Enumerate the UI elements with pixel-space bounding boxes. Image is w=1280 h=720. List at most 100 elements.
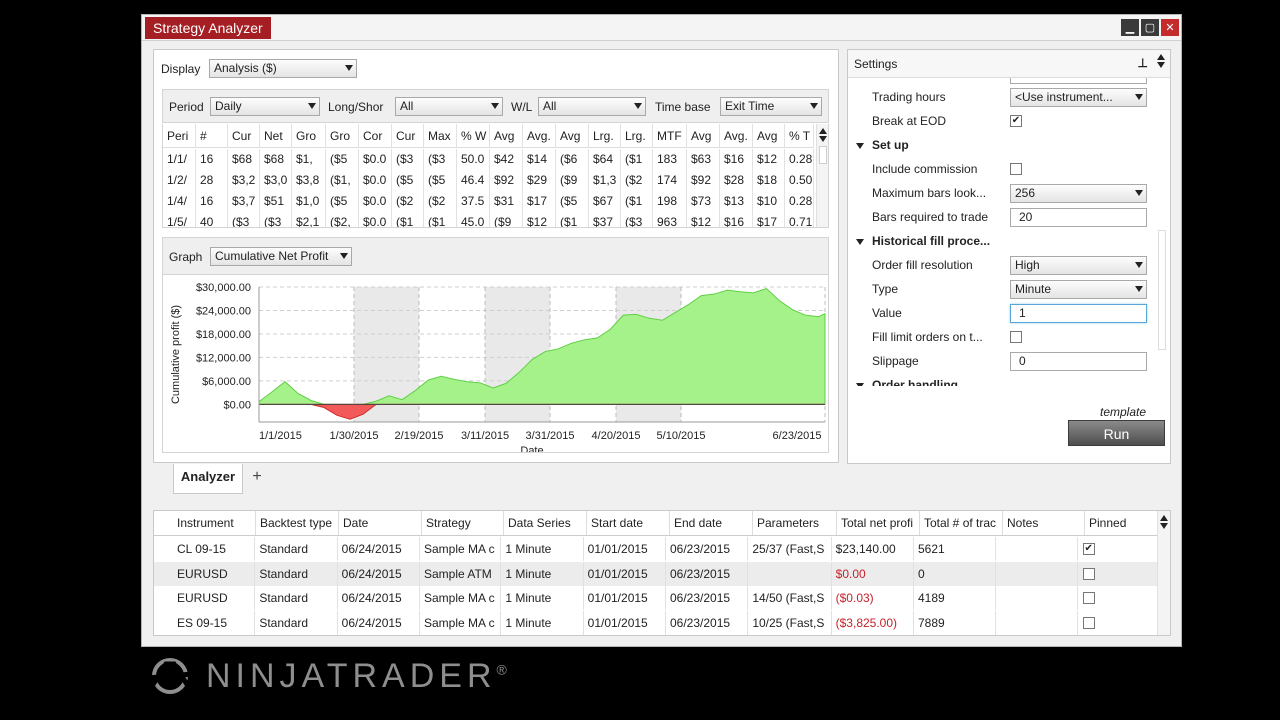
results-row[interactable]: EURUSD Standard 06/24/2015 Sample ATM 1 Minu… <box>154 561 1159 586</box>
analysis-column-header[interactable]: Avg <box>753 124 785 147</box>
y-tick-label: $18,000.00 <box>196 329 251 341</box>
setting-include-commission[interactable]: Include commission <box>848 158 1160 182</box>
analysis-column-header[interactable]: Gro <box>326 124 359 147</box>
analysis-row[interactable]: 1/4/16 $3,7 $51 $1,0 ($5 $0.0 ($2 ($2 37.5 $31 $17… <box>163 191 814 212</box>
analysis-column-header[interactable]: Cor <box>359 124 392 147</box>
analysis-column-header[interactable]: Lrg. <box>621 124 653 147</box>
results-row[interactable]: CL 09-15 Standard 06/24/2015 Sample MA c1 M… <box>154 537 1159 561</box>
wl-value: All <box>543 99 557 113</box>
scroll-up-icon[interactable] <box>818 128 827 134</box>
results-scrollbar[interactable] <box>1157 511 1170 635</box>
collapse-arrow-icon[interactable] <box>856 383 864 386</box>
results-row[interactable]: EURUSD Standard 06/24/2015 Sample MA c1 Min… <box>154 586 1159 610</box>
setting-trading-hours[interactable]: Trading hours <Use instrument... <box>848 86 1160 110</box>
setting-set-up[interactable]: Set up <box>848 134 1160 158</box>
analysis-column-header[interactable]: Avg <box>490 124 523 147</box>
results-column-header[interactable]: Instrument <box>154 511 256 535</box>
analysis-column-header[interactable]: Avg <box>556 124 589 147</box>
results-column-header[interactable]: Data Series <box>504 511 587 535</box>
scroll-down-icon[interactable] <box>818 136 827 142</box>
pin-icon[interactable]: ⊥ <box>1138 56 1148 70</box>
setting-checkbox[interactable]: ✔ <box>1010 115 1022 127</box>
setting-text-field[interactable]: 1 <box>1010 304 1147 323</box>
time-base-dropdown[interactable]: Exit Time <box>720 97 822 116</box>
analysis-column-header[interactable]: Max <box>424 124 457 147</box>
setting-break-at-eod[interactable]: Break at EOD ✔ <box>848 110 1160 134</box>
setting-dropdown[interactable]: <Use instrument... <box>1010 88 1147 107</box>
title-bar[interactable]: Strategy Analyzer ▁ ▢ ✕ <box>142 15 1181 41</box>
scroll-up-icon[interactable] <box>1160 515 1168 521</box>
results-column-header[interactable]: Notes <box>1003 511 1085 535</box>
analysis-column-header[interactable]: Avg <box>687 124 720 147</box>
wl-dropdown[interactable]: All <box>538 97 646 116</box>
results-row[interactable]: ES 09-15 Standard 06/24/2015 Sample MA c1 M… <box>154 610 1159 635</box>
results-column-header[interactable]: Pinned <box>1085 511 1167 535</box>
setting-dropdown[interactable]: 256 <box>1010 184 1147 203</box>
analysis-row[interactable]: 1/5/40 ($3 ($3 $2,1 ($2, $0.0 ($1 ($1 45.0 ($9 $12… <box>163 212 814 227</box>
maximize-icon[interactable]: ▢ <box>1141 19 1159 36</box>
graph-dropdown[interactable]: Cumulative Net Profit <box>210 247 352 266</box>
collapse-arrow-icon[interactable] <box>856 143 864 149</box>
long-short-dropdown[interactable]: All <box>395 97 503 116</box>
analysis-column-header[interactable]: # <box>196 124 228 147</box>
setting-bars-required-to-trade[interactable]: Bars required to trade 20 <box>848 206 1160 230</box>
scroll-down-icon[interactable] <box>1160 523 1168 529</box>
analysis-column-header[interactable]: Cur <box>392 124 424 147</box>
pinned-checkbox[interactable]: ✔ <box>1082 543 1095 555</box>
analysis-column-header[interactable]: Avg. <box>720 124 753 147</box>
collapse-arrow-icon[interactable] <box>856 239 864 245</box>
analysis-grid[interactable]: Peri # Cur Net Gro Gro Cor Cur Max% W Avg Avg. Avg L… <box>162 124 829 228</box>
setting-order-fill-resolution[interactable]: Order fill resolution High <box>848 254 1160 278</box>
pinned-checkbox[interactable] <box>1082 567 1095 580</box>
template-link[interactable]: template <box>1100 405 1146 419</box>
settings-scroll-arrows[interactable] <box>1156 54 1166 68</box>
analysis-grid-scrollbar[interactable] <box>816 124 828 227</box>
display-dropdown[interactable]: Analysis ($) <box>209 59 357 78</box>
analysis-column-header[interactable]: MTF <box>653 124 687 147</box>
setting-dropdown[interactable]: High <box>1010 256 1147 275</box>
minimize-icon[interactable]: ▁ <box>1121 19 1139 36</box>
results-column-header[interactable]: Start date <box>587 511 670 535</box>
setting-text-field[interactable]: 20 <box>1010 208 1147 227</box>
setting-maximum-bars-look[interactable]: Maximum bars look... 256 <box>848 182 1160 206</box>
analysis-column-header[interactable]: Gro <box>292 124 326 147</box>
results-cell: Standard <box>255 561 338 586</box>
setting-text-field[interactable]: 0 <box>1010 352 1147 371</box>
results-column-header[interactable]: Backtest type <box>256 511 339 535</box>
period-dropdown[interactable]: Daily <box>210 97 320 116</box>
scroll-thumb[interactable] <box>818 146 827 164</box>
analysis-row[interactable]: 1/1/16 $68 $68 $1, ($5 $0.0 ($3 ($3 50.0 $42 $14 ($… <box>163 149 814 170</box>
setting-order-handling[interactable]: Order handling <box>848 374 1160 386</box>
settings-scrollbar[interactable] <box>1158 230 1166 350</box>
setting-slippage[interactable]: Slippage 0 <box>848 350 1160 374</box>
results-column-header[interactable]: Total # of trac <box>920 511 1003 535</box>
analysis-column-header[interactable]: % W <box>457 124 490 147</box>
setting-checkbox[interactable] <box>1010 331 1022 343</box>
close-icon[interactable]: ✕ <box>1161 19 1179 36</box>
setting-fill-limit-orders-on-t[interactable]: Fill limit orders on t... <box>848 326 1160 350</box>
tab-analyzer[interactable]: Analyzer <box>173 464 243 494</box>
pinned-checkbox[interactable] <box>1082 616 1095 629</box>
analysis-row[interactable]: 1/2/28 $3,2 $3,0 $3,8 ($1, $0.0 ($5 ($5 46.4 $92 $… <box>163 170 814 191</box>
analysis-column-header[interactable]: Avg. <box>523 124 556 147</box>
analysis-column-header[interactable]: Peri <box>163 124 196 147</box>
results-column-header[interactable]: Parameters <box>753 511 837 535</box>
analysis-column-header[interactable]: Cur <box>228 124 260 147</box>
setting-checkbox[interactable] <box>1010 163 1022 175</box>
scroll-down-icon[interactable] <box>1157 62 1165 68</box>
setting-dropdown[interactable]: Minute <box>1010 280 1147 299</box>
setting-type[interactable]: Type Minute <box>848 278 1160 302</box>
results-column-header[interactable]: End date <box>670 511 753 535</box>
analysis-column-header[interactable]: % T <box>785 124 814 147</box>
scroll-up-icon[interactable] <box>1157 54 1165 60</box>
analysis-column-header[interactable]: Lrg. <box>589 124 621 147</box>
results-column-header[interactable]: Total net profi <box>837 511 920 535</box>
setting-value[interactable]: Value 1 <box>848 302 1160 326</box>
run-button[interactable]: Run <box>1068 420 1165 446</box>
pinned-checkbox[interactable] <box>1082 592 1095 604</box>
analysis-column-header[interactable]: Net <box>260 124 292 147</box>
setting-historical-fill-proce[interactable]: Historical fill proce... <box>848 230 1160 254</box>
results-column-header[interactable]: Strategy <box>422 511 504 535</box>
add-tab-button[interactable]: + <box>246 467 268 489</box>
results-column-header[interactable]: Date <box>339 511 422 535</box>
